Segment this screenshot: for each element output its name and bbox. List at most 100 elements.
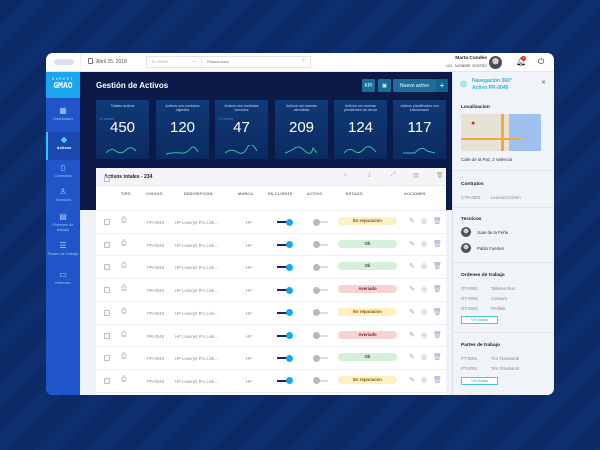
- edit-icon[interactable]: ✎: [409, 353, 415, 361]
- module-select[interactable]: En GMAO ⌄: [146, 56, 201, 68]
- sidebar-item-activos[interactable]: ◆ Activos: [46, 132, 80, 160]
- calendar-icon[interactable]: [88, 58, 93, 64]
- activo-toggle[interactable]: [313, 377, 328, 385]
- delete-icon[interactable]: 🗑︎: [433, 285, 442, 293]
- settings-icon[interactable]: ◎: [421, 240, 427, 248]
- settings-icon[interactable]: ◎: [421, 217, 427, 225]
- expand-icon[interactable]: ⤢: [391, 172, 396, 179]
- table-row[interactable]: ⎙ PR-0045 HP Laserjet Pro Link... HP Ok …: [96, 255, 446, 277]
- download-icon[interactable]: ⤓: [368, 172, 371, 179]
- table-row[interactable]: ⎙ PR-0045 HP Laserjet Pro Link... HP Ok …: [96, 346, 446, 368]
- edit-icon[interactable]: ✎: [409, 308, 415, 316]
- delete-icon[interactable]: 🗑︎: [433, 376, 442, 384]
- activo-toggle[interactable]: [313, 286, 328, 294]
- kpi-button[interactable]: KPI: [362, 79, 375, 92]
- column-header[interactable]: TIPO: [121, 192, 131, 196]
- settings-icon[interactable]: ◎: [421, 353, 427, 361]
- activo-toggle[interactable]: [313, 263, 328, 271]
- en-cliente-toggle[interactable]: [277, 354, 293, 362]
- column-header[interactable]: DESCRIPCIÓN: [184, 192, 213, 196]
- settings-icon[interactable]: ◎: [421, 262, 427, 270]
- en-cliente-toggle[interactable]: [277, 218, 293, 226]
- delete-icon[interactable]: 🗑︎: [433, 353, 442, 361]
- delete-icon[interactable]: 🗑︎: [433, 217, 442, 225]
- table-row[interactable]: ⎙ PR-0045 HP Laserjet Pro Link... HP Ave…: [96, 278, 446, 300]
- column-header[interactable]: CODIGO: [146, 192, 163, 196]
- column-header[interactable]: MARCA: [238, 192, 253, 196]
- new-asset-button[interactable]: Nuevo activo: [393, 79, 436, 92]
- sidebar-item-ordenes-de-trabajo[interactable]: ▤ Ordenes de trabajo: [46, 209, 80, 238]
- sidebar-item-técnicos[interactable]: ♙ Técnicos: [46, 184, 80, 208]
- chat-button[interactable]: ▣: [378, 79, 391, 92]
- kpi-card[interactable]: Totales activos 12 meses 450: [96, 100, 149, 159]
- date-label[interactable]: Abril 25, 2018: [96, 59, 127, 65]
- search-icon[interactable]: ⌕: [344, 172, 347, 179]
- kpi-card[interactable]: Activos con contratos vencidos 12 meses 47: [215, 100, 268, 159]
- kpi-card[interactable]: Activos con averias pendientes de cerrar…: [334, 100, 387, 159]
- close-icon[interactable]: ✕: [541, 79, 546, 86]
- kpi-card[interactable]: Activos planificados con intervención 117: [393, 100, 446, 159]
- sidebar-item-partes-de-trabajo[interactable]: ☰ Partes de trabajo: [46, 238, 80, 267]
- en-cliente-toggle[interactable]: [277, 309, 293, 317]
- delete-icon[interactable]: 🗑︎: [433, 262, 442, 270]
- sidebar-item-contratos[interactable]: ▯ Contratos: [46, 160, 80, 184]
- activo-toggle[interactable]: [313, 218, 328, 226]
- search-icon[interactable]: ⌕: [302, 57, 305, 63]
- edit-icon[interactable]: ✎: [409, 217, 415, 225]
- power-icon[interactable]: ⏻: [538, 57, 544, 67]
- activo-toggle[interactable]: [313, 354, 328, 362]
- select-all-checkbox[interactable]: [104, 176, 110, 182]
- row-checkbox[interactable]: [104, 355, 110, 362]
- column-header[interactable]: ESTADO: [346, 192, 363, 196]
- row-checkbox[interactable]: [104, 219, 110, 225]
- add-button[interactable]: +: [436, 79, 448, 92]
- view-all-orders-button[interactable]: Ver todas: [461, 316, 498, 324]
- edit-icon[interactable]: ✎: [409, 285, 415, 293]
- row-checkbox[interactable]: [104, 309, 110, 316]
- table-row[interactable]: ⎙ PR-0045 HP Laserjet Pro Link... HP Ave…: [96, 323, 446, 346]
- column-header[interactable]: ACCIONES: [404, 192, 426, 196]
- column-header[interactable]: ACTIVO: [307, 192, 323, 196]
- activo-toggle[interactable]: [313, 332, 328, 339]
- columns-icon[interactable]: ▥: [413, 172, 419, 179]
- table-row[interactable]: ⎙ PR-0045 HP Laserjet Pro Link... HP En …: [96, 368, 446, 391]
- row-checkbox[interactable]: [104, 287, 110, 294]
- sidebar-item-dashboard[interactable]: ▦ Dashboard: [46, 98, 80, 132]
- activo-toggle[interactable]: [313, 241, 328, 249]
- kpi-card[interactable]: Activos con averias atendidas 209: [275, 100, 328, 159]
- en-cliente-toggle[interactable]: [277, 241, 293, 249]
- row-checkbox[interactable]: [104, 264, 110, 271]
- activo-toggle[interactable]: [313, 309, 328, 317]
- table-row[interactable]: ⎙ PR-0045 HP Laserjet Pro Link... HP En …: [96, 300, 446, 323]
- settings-icon[interactable]: ◎: [421, 331, 427, 339]
- chevron-down-icon: ⌄: [191, 58, 196, 64]
- en-cliente-toggle[interactable]: [277, 263, 293, 271]
- table-row[interactable]: ⎙ PR-0045 HP Laserjet Pro Link... HP En …: [96, 210, 446, 232]
- edit-icon[interactable]: ✎: [409, 240, 415, 248]
- settings-icon[interactable]: ◎: [421, 285, 427, 293]
- sidebar-item-informes[interactable]: ▭ Informes: [46, 267, 80, 287]
- en-cliente-toggle[interactable]: [277, 286, 293, 294]
- edit-icon[interactable]: ✎: [409, 376, 415, 384]
- settings-icon[interactable]: ◎: [421, 376, 427, 384]
- location-map[interactable]: ●: [461, 114, 541, 151]
- delete-icon[interactable]: 🗑︎: [433, 331, 442, 339]
- table-row[interactable]: ⎙ PR-0045 HP Laserjet Pro Link... HP Ave…: [96, 391, 446, 395]
- en-cliente-toggle[interactable]: [277, 332, 293, 339]
- edit-icon[interactable]: ✎: [409, 331, 415, 339]
- view-all-parts-button[interactable]: Ver todas: [461, 377, 498, 385]
- row-checkbox[interactable]: [104, 241, 110, 248]
- kpi-card[interactable]: Activos con contratos vigentes 120: [156, 100, 209, 159]
- en-cliente-toggle[interactable]: [277, 377, 293, 385]
- trash-icon[interactable]: 🗑︎: [436, 172, 444, 179]
- row-checkbox[interactable]: [104, 377, 110, 384]
- delete-icon[interactable]: 🗑︎: [433, 308, 442, 316]
- search-input[interactable]: [201, 56, 311, 68]
- edit-icon[interactable]: ✎: [409, 262, 415, 270]
- settings-icon[interactable]: ◎: [421, 308, 427, 316]
- delete-icon[interactable]: 🗑︎: [433, 240, 442, 248]
- row-checkbox[interactable]: [104, 332, 110, 339]
- table-row[interactable]: ⎙ PR-0045 HP Laserjet Pro Link... HP Ok …: [96, 232, 446, 255]
- avatar[interactable]: [489, 56, 502, 69]
- column-header[interactable]: EN CLIENTE: [268, 192, 293, 196]
